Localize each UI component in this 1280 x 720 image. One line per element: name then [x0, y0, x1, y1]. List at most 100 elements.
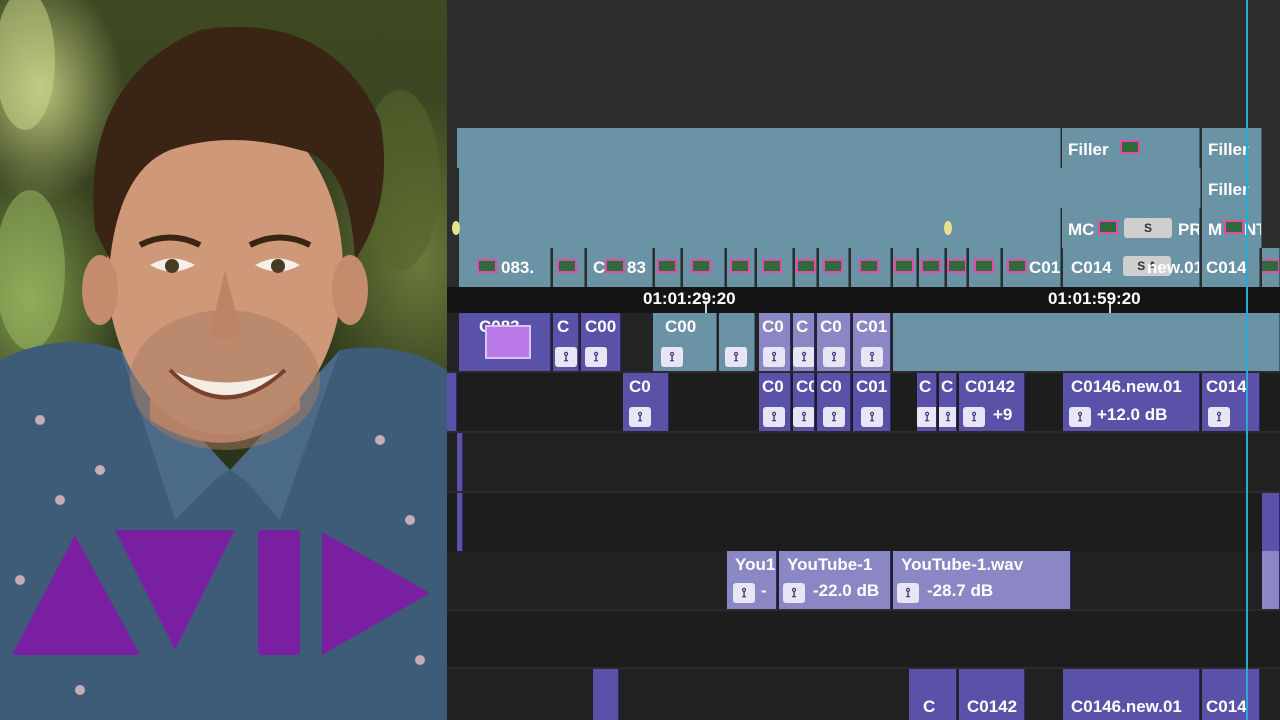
video-clip[interactable] [1262, 248, 1280, 287]
audio-clip[interactable] [447, 373, 457, 431]
audio-clip[interactable]: C0146.new.01 [1063, 669, 1200, 720]
volume-keyframe-icon[interactable]: ⟟ [861, 347, 883, 367]
audio-track-a3[interactable] [447, 433, 1280, 491]
audio-track-a1[interactable]: C083 C ⟟ C00 ⟟ C00 ⟟ ⟟ C0 ⟟ C ⟟ C0 ⟟ [447, 313, 1280, 371]
volume-keyframe-icon[interactable]: ⟟ [733, 583, 755, 603]
video-track-v0[interactable]: 083. C 83 C014 C014 S A new.01 C [447, 248, 1280, 287]
audio-clip[interactable]: C014 ⟟ [1202, 373, 1260, 431]
video-clip[interactable] [655, 248, 681, 287]
volume-keyframe-icon[interactable]: ⟟ [793, 407, 814, 427]
video-clip[interactable]: C014 [1202, 248, 1260, 287]
volume-keyframe-icon[interactable]: ⟟ [555, 347, 577, 367]
video-clip[interactable] [459, 168, 1201, 208]
audio-clip[interactable]: C ⟟ [793, 313, 815, 371]
clip-label: C [557, 317, 570, 336]
audio-clip[interactable]: C0 ⟟ [817, 313, 851, 371]
audio-clip[interactable]: C [909, 669, 957, 720]
video-clip[interactable] [727, 248, 755, 287]
timecode-ruler[interactable]: 01:01:29:20 01:01:59:20 [447, 287, 1280, 313]
filler-clip[interactable]: Filler [1062, 128, 1200, 168]
audio-clip[interactable]: C ⟟ [553, 313, 579, 371]
audio-track-a5[interactable]: You1 ⟟ - YouTube-1 ⟟ -22.0 dB YouTube-1.… [447, 551, 1280, 609]
volume-keyframe-icon[interactable]: ⟟ [629, 407, 651, 427]
volume-keyframe-icon[interactable]: ⟟ [823, 407, 845, 427]
video-clip[interactable] [969, 248, 1001, 287]
audio-clip[interactable] [457, 493, 463, 551]
video-clip[interactable]: C00 ⟟ [653, 313, 717, 371]
audio-clip[interactable]: C083 [459, 313, 551, 371]
audio-clip[interactable]: C0 ⟟ [623, 373, 669, 431]
audio-track-a4[interactable] [447, 493, 1280, 551]
video-clip[interactable] [553, 248, 585, 287]
volume-keyframe-icon[interactable]: ⟟ [793, 347, 814, 367]
audio-clip[interactable]: C0 ⟟ [793, 373, 815, 431]
video-clip[interactable]: ⟟ [719, 313, 755, 371]
clip-marker[interactable] [944, 221, 952, 235]
volume-keyframe-icon[interactable]: ⟟ [861, 407, 883, 427]
audio-clip[interactable] [1262, 493, 1280, 551]
video-clip[interactable] [919, 248, 945, 287]
video-clip[interactable] [757, 248, 793, 287]
volume-keyframe-icon[interactable]: ⟟ [917, 407, 936, 427]
video-clip[interactable] [893, 248, 917, 287]
audio-track-a7[interactable]: C C0142 C0146.new.01 C014 [447, 669, 1280, 720]
video-clip[interactable] [819, 248, 849, 287]
audio-clip[interactable]: C0 ⟟ [759, 313, 791, 371]
audio-clip[interactable]: C ⟟ [917, 373, 937, 431]
clip-label: C0 [762, 317, 784, 336]
audio-clip[interactable] [593, 669, 619, 720]
audio-clip[interactable]: YouTube-1.wav ⟟ -28.7 dB [893, 551, 1071, 609]
audio-clip[interactable]: C01 ⟟ [853, 313, 891, 371]
audio-clip[interactable]: YouTube-1 ⟟ -22.0 dB [779, 551, 891, 609]
playhead[interactable] [1246, 0, 1248, 720]
clip[interactable]: M NT [1202, 208, 1262, 248]
video-clip[interactable] [947, 248, 967, 287]
audio-clip[interactable] [1262, 551, 1280, 609]
video-clip[interactable] [683, 248, 725, 287]
audio-clip[interactable] [457, 433, 463, 491]
timeline-panel[interactable]: Filler Filler Filler MC S PR M NT [447, 0, 1280, 720]
audio-clip[interactable]: C0142 ⟟ +9 [959, 373, 1025, 431]
volume-keyframe-icon[interactable]: ⟟ [783, 583, 805, 603]
video-clip[interactable] [893, 313, 1280, 371]
audio-clip[interactable]: You1 ⟟ - [727, 551, 777, 609]
audio-clip[interactable]: C0 ⟟ [817, 373, 851, 431]
filler-clip[interactable]: Filler [1202, 128, 1262, 168]
video-clip[interactable] [457, 128, 1061, 168]
volume-keyframe-icon[interactable]: ⟟ [1208, 407, 1230, 427]
video-clip[interactable]: C014 [1003, 248, 1061, 287]
video-track-v2[interactable]: Filler [447, 168, 1280, 208]
effect-icon [730, 259, 750, 273]
filler-clip[interactable]: Filler [1202, 168, 1262, 208]
audio-track-a6[interactable] [447, 611, 1280, 667]
video-clip[interactable]: 083. [459, 248, 551, 287]
effect-icon [894, 259, 914, 273]
multicam-clip[interactable]: MC S PR [1062, 208, 1200, 248]
volume-keyframe-icon[interactable]: ⟟ [585, 347, 607, 367]
volume-keyframe-icon[interactable]: ⟟ [763, 407, 785, 427]
video-track-v3[interactable]: Filler Filler [447, 128, 1280, 168]
audio-clip[interactable]: C00 ⟟ [581, 313, 621, 371]
audio-clip[interactable]: C0 ⟟ [759, 373, 791, 431]
audio-clip[interactable]: C01 ⟟ [853, 373, 891, 431]
volume-keyframe-icon[interactable]: ⟟ [661, 347, 683, 367]
video-clip[interactable] [851, 248, 891, 287]
volume-keyframe-icon[interactable]: ⟟ [725, 347, 747, 367]
volume-keyframe-icon[interactable]: ⟟ [897, 583, 919, 603]
video-clip[interactable]: C014 S A new.01 [1063, 248, 1200, 287]
video-clip[interactable]: C 83 [587, 248, 653, 287]
audio-clip[interactable]: C0146.new.01 ⟟ +12.0 dB [1063, 373, 1200, 431]
volume-keyframe-icon[interactable]: ⟟ [1069, 407, 1091, 427]
video-clip[interactable] [795, 248, 817, 287]
video-track-v1[interactable]: MC S PR M NT [447, 208, 1280, 248]
clip-marker[interactable] [452, 221, 460, 235]
audio-clip[interactable]: C ⟟ [939, 373, 957, 431]
audio-clip[interactable]: C0142 [959, 669, 1025, 720]
volume-keyframe-icon[interactable]: ⟟ [763, 347, 785, 367]
video-clip[interactable] [459, 208, 1061, 248]
audio-track-a2[interactable]: C0 ⟟ C0 ⟟ C0 ⟟ C0 ⟟ C01 ⟟ C ⟟ C ⟟ C0142 [447, 373, 1280, 431]
audio-clip[interactable]: C014 [1202, 669, 1260, 720]
volume-keyframe-icon[interactable]: ⟟ [963, 407, 985, 427]
volume-keyframe-icon[interactable]: ⟟ [939, 407, 956, 427]
volume-keyframe-icon[interactable]: ⟟ [823, 347, 845, 367]
